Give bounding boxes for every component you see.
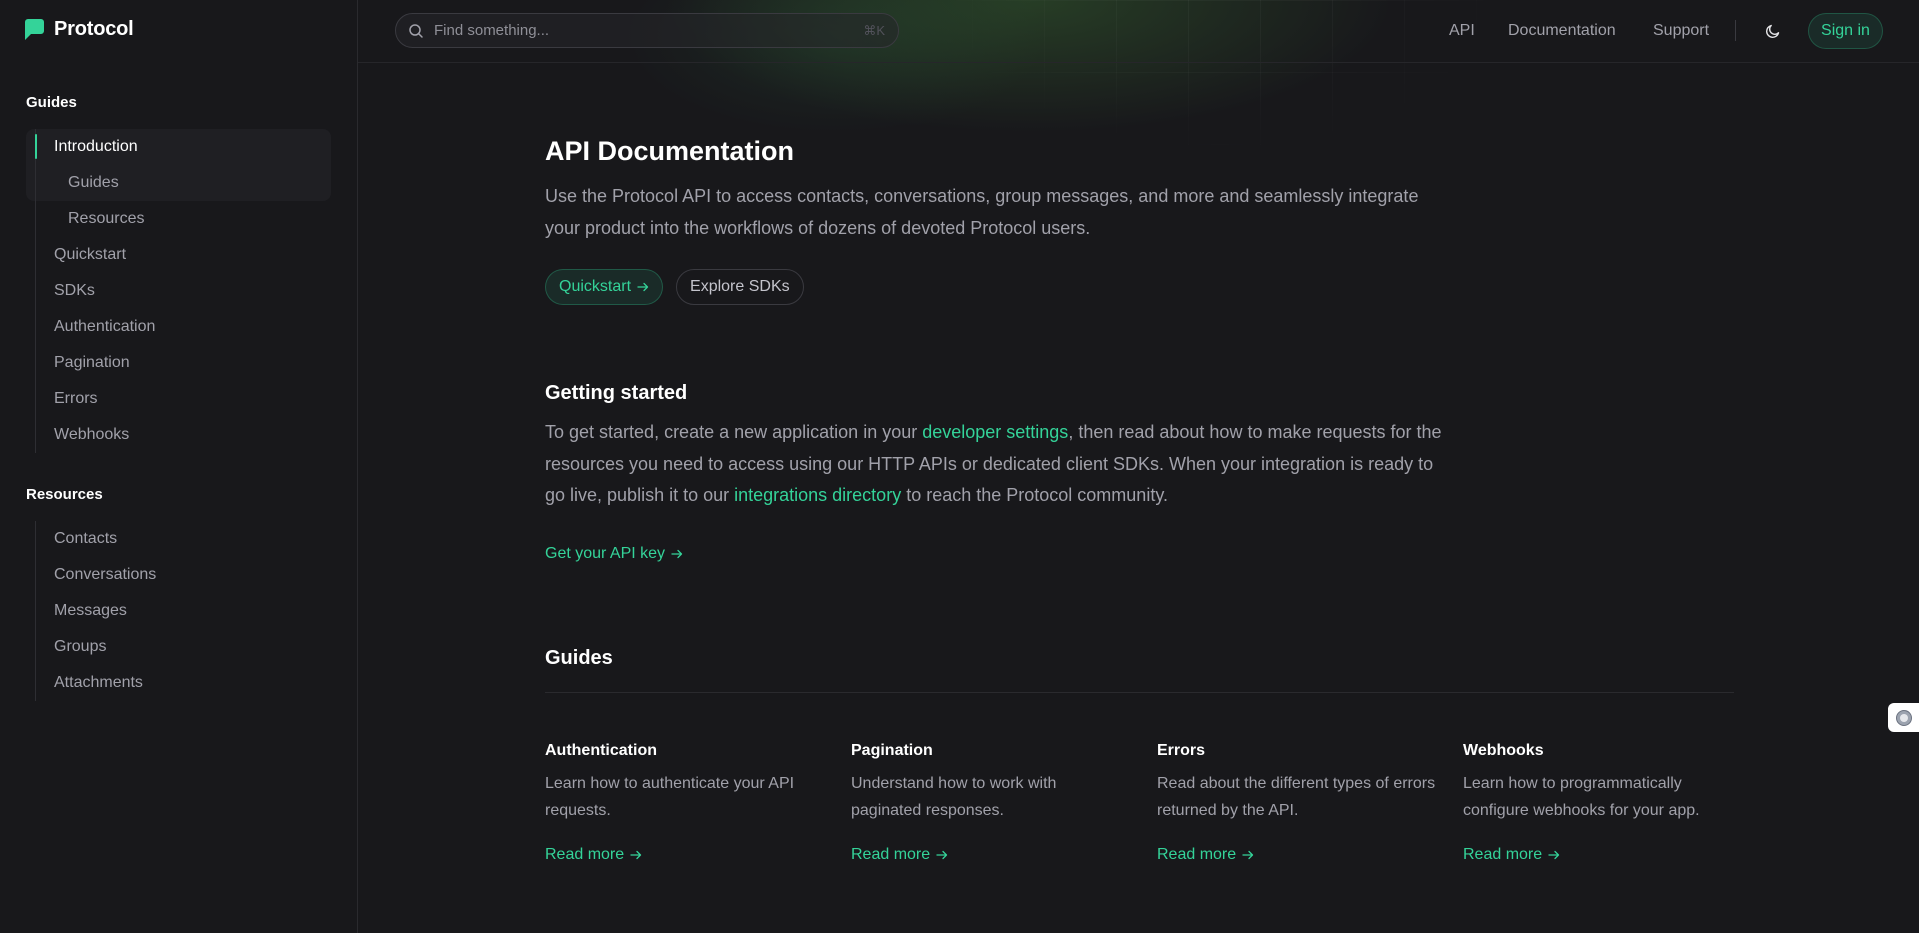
moon-icon: [1765, 24, 1780, 39]
sidebar-item-conversations[interactable]: Conversations: [36, 557, 156, 593]
brand-name: Protocol: [54, 18, 134, 40]
get-api-key-label: Get your API key: [545, 545, 666, 562]
guide-card-pagination: Pagination Understand how to work with p…: [851, 742, 1141, 863]
guides-divider: [545, 692, 1734, 693]
hero-buttons: Quickstart Explore SDKs: [545, 269, 804, 305]
search-shortcut-hint: ⌘K: [863, 23, 885, 38]
explore-sdks-button[interactable]: Explore SDKs: [676, 269, 804, 305]
sidebar: Protocol Guides Introduction Guides Reso…: [0, 0, 358, 933]
sidebar-section-title-resources: Resources: [26, 486, 103, 503]
arrow-right-icon: [1242, 850, 1254, 860]
sidebar-item-authentication[interactable]: Authentication: [36, 309, 155, 345]
read-more-link[interactable]: Read more: [1463, 846, 1560, 864]
sidebar-item-groups[interactable]: Groups: [36, 629, 156, 665]
read-more-link[interactable]: Read more: [1157, 846, 1254, 864]
getting-started-text-part: to reach the Protocol community.: [901, 485, 1168, 505]
sidebar-nav-resources: Contacts Conversations Messages Groups A…: [35, 521, 156, 701]
arrow-right-icon: [630, 850, 642, 860]
nav-link-documentation[interactable]: Documentation: [1508, 22, 1616, 40]
getting-started-heading: Getting started: [545, 382, 688, 404]
quickstart-button-label: Quickstart: [559, 278, 632, 295]
read-more-link[interactable]: Read more: [851, 846, 948, 864]
guide-card-title: Webhooks: [1463, 742, 1544, 759]
guide-card-title: Pagination: [851, 742, 933, 759]
guide-card-title: Authentication: [545, 742, 657, 759]
search-input[interactable]: [434, 14, 834, 47]
top-header: ⌘K API Documentation Support Sign in: [358, 0, 1919, 63]
logo[interactable]: Protocol: [25, 18, 134, 41]
read-more-link[interactable]: Read more: [545, 846, 642, 864]
sign-in-button[interactable]: Sign in: [1808, 13, 1883, 49]
getting-started-text-part: To get started, create a new application…: [545, 422, 923, 442]
integrations-directory-link[interactable]: integrations directory: [734, 485, 901, 505]
guide-card-webhooks: Webhooks Learn how to programmatically c…: [1463, 742, 1753, 863]
read-more-label: Read more: [1157, 846, 1237, 863]
sidebar-nav-guides: Introduction Guides Resources Quickstart…: [35, 129, 155, 453]
read-more-label: Read more: [1463, 846, 1543, 863]
nav-link-api[interactable]: API: [1449, 22, 1475, 40]
sidebar-item-introduction[interactable]: Introduction: [36, 129, 155, 165]
page-title: API Documentation: [545, 136, 795, 166]
get-api-key-link[interactable]: Get your API key: [545, 545, 683, 563]
sidebar-item-messages[interactable]: Messages: [36, 593, 156, 629]
guide-card-title: Errors: [1157, 742, 1206, 759]
logo-icon: [25, 19, 44, 40]
sidebar-subitem-resources[interactable]: Resources: [36, 201, 155, 237]
guide-card-description: Learn how to programmatically configure …: [1463, 775, 1700, 819]
sidebar-item-webhooks[interactable]: Webhooks: [36, 417, 155, 453]
developer-settings-link[interactable]: developer settings: [922, 422, 1068, 442]
sidebar-subitem-guides[interactable]: Guides: [36, 165, 155, 201]
floating-widget-button[interactable]: [1888, 703, 1919, 732]
arrow-right-icon: [1548, 850, 1560, 860]
guide-card-description: Understand how to work with paginated re…: [851, 775, 1057, 819]
guides-heading: Guides: [545, 647, 613, 669]
sidebar-item-pagination[interactable]: Pagination: [36, 345, 155, 381]
read-more-label: Read more: [851, 846, 931, 863]
arrow-right-icon: [637, 282, 649, 292]
sidebar-item-sdks[interactable]: SDKs: [36, 273, 155, 309]
guide-card-authentication: Authentication Learn how to authenticate…: [545, 742, 835, 863]
arrow-right-icon: [936, 850, 948, 860]
sidebar-item-quickstart[interactable]: Quickstart: [36, 237, 155, 273]
theme-toggle-button[interactable]: [1761, 19, 1785, 43]
nav-link-support[interactable]: Support: [1653, 22, 1709, 40]
sidebar-item-errors[interactable]: Errors: [36, 381, 155, 417]
sidebar-item-contacts[interactable]: Contacts: [36, 521, 156, 557]
widget-icon: [1895, 709, 1912, 726]
quickstart-button[interactable]: Quickstart: [545, 269, 664, 305]
arrow-right-icon: [671, 549, 683, 559]
sidebar-section-title-guides: Guides: [26, 94, 77, 111]
header-divider: [1735, 20, 1736, 41]
lead-paragraph: Use the Protocol API to access contacts,…: [545, 186, 1419, 238]
search-icon: [409, 24, 423, 38]
guide-card-errors: Errors Read about the different types of…: [1157, 742, 1447, 863]
read-more-label: Read more: [545, 846, 625, 863]
search-box[interactable]: ⌘K: [395, 13, 899, 48]
sidebar-item-attachments[interactable]: Attachments: [36, 665, 156, 701]
guide-card-description: Learn how to authenticate your API reque…: [545, 775, 795, 819]
getting-started-text: To get started, create a new application…: [545, 417, 1445, 512]
guide-card-description: Read about the different types of errors…: [1157, 775, 1436, 819]
active-nav-marker: [35, 134, 37, 159]
